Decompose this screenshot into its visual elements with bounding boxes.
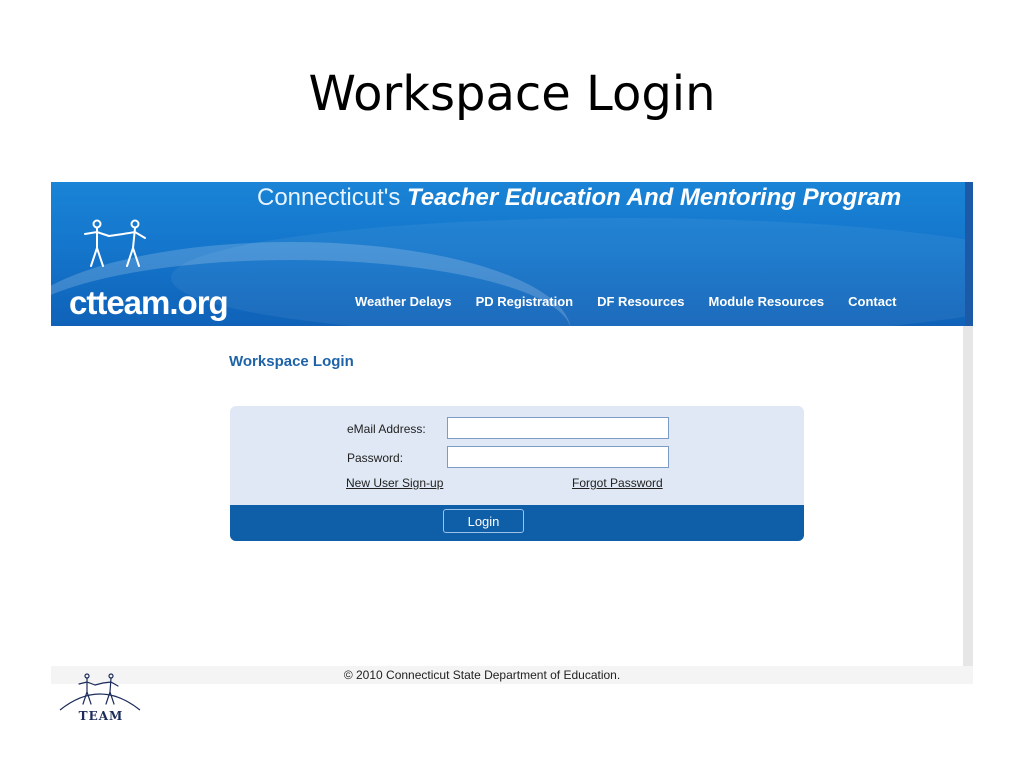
copyright-text: © 2010 Connecticut State Department of E… [343,668,621,682]
nav-df-resources[interactable]: DF Resources [597,294,684,309]
nav-pd-registration[interactable]: PD Registration [476,294,574,309]
password-field[interactable] [447,446,669,468]
password-label: Password: [347,451,404,465]
nav-weather-delays[interactable]: Weather Delays [355,294,452,309]
forgot-password-link[interactable]: Forgot Password [572,476,663,490]
new-user-signup-link[interactable]: New User Sign-up [346,476,443,490]
nav-module-resources[interactable]: Module Resources [709,294,825,309]
banner-title: Connecticut's Teacher Education And Ment… [257,184,901,212]
form-action-bar: Login [230,505,804,541]
team-logo-text: TEAM [78,709,124,723]
team-logo: TEAM [58,672,142,728]
login-button[interactable]: Login [443,509,524,533]
vertical-scrollbar[interactable] [963,326,973,666]
nav-contact[interactable]: Contact [848,294,896,309]
banner-title-emphasis: Teacher Education And Mentoring Program [407,184,902,211]
login-form: eMail Address: Password: New User Sign-u… [230,406,804,541]
team-figures-icon [59,673,141,711]
people-figures-icon [84,219,146,267]
email-label: eMail Address: [347,422,426,436]
website-screenshot: Connecticut's Teacher Education And Ment… [51,182,973,684]
site-footer: © 2010 Connecticut State Department of E… [51,666,973,684]
banner-title-prefix: Connecticut's [257,184,407,211]
site-logo[interactable]: ctteam.org [69,284,229,322]
main-nav: Weather Delays PD Registration DF Resour… [355,294,921,309]
site-banner: Connecticut's Teacher Education And Ment… [51,182,973,326]
email-field[interactable] [447,417,669,439]
page-heading: Workspace Login [229,353,354,370]
slide-title: Workspace Login [308,66,716,122]
